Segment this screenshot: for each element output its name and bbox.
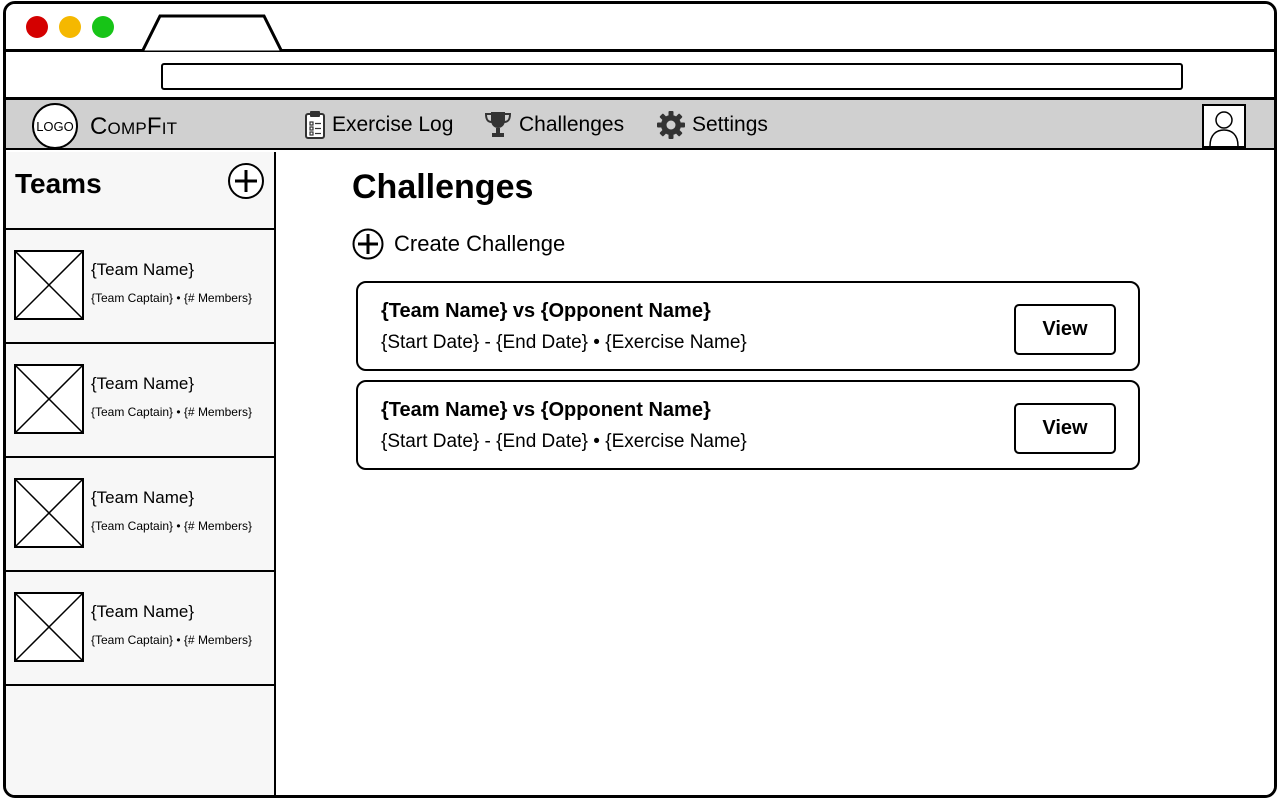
challenge-title: {Team Name} vs {Opponent Name}: [381, 300, 711, 322]
challenge-subtitle: {Start Date} - {End Date} • {Exercise Na…: [381, 431, 747, 452]
challenge-title: {Team Name} vs {Opponent Name}: [381, 399, 711, 421]
nav-label-settings: Settings: [692, 113, 768, 136]
minimize-window-button[interactable]: [59, 16, 81, 38]
nav-label-challenges: Challenges: [519, 113, 625, 136]
team-name: {Team Name}: [91, 488, 194, 507]
team-list-item[interactable]: {Team Name} {Team Captain} • {# Members}: [6, 344, 274, 458]
clipboard-icon: [305, 111, 325, 139]
team-meta: {Team Captain} • {# Members}: [91, 291, 252, 305]
nav-item-challenges[interactable]: Challenges: [483, 108, 624, 142]
logo[interactable]: LOGO: [32, 103, 78, 149]
team-meta: {Team Captain} • {# Members}: [91, 519, 252, 533]
user-icon: [1209, 111, 1239, 147]
address-bar[interactable]: [161, 63, 1183, 90]
team-name: {Team Name}: [91, 602, 194, 621]
challenge-subtitle: {Start Date} - {End Date} • {Exercise Na…: [381, 332, 747, 353]
address-row: [6, 52, 1274, 100]
sidebar-title: Teams: [15, 168, 102, 199]
close-window-button[interactable]: [26, 16, 48, 38]
gear-icon: [657, 111, 685, 139]
teams-sidebar: Teams {Team Name} {Team Captain} • {# Me…: [6, 152, 276, 795]
maximize-window-button[interactable]: [92, 16, 114, 38]
create-challenge-label: Create Challenge: [394, 231, 566, 256]
sidebar-header: Teams: [6, 152, 274, 230]
brand-name[interactable]: CompFit: [90, 113, 177, 141]
view-challenge-button[interactable]: View: [1014, 304, 1116, 355]
avatar[interactable]: [1202, 104, 1246, 148]
team-list-item[interactable]: {Team Name} {Team Captain} • {# Members}: [6, 572, 274, 686]
team-image-placeholder-icon: [14, 478, 84, 548]
challenge-card: {Team Name} vs {Opponent Name} {Start Da…: [356, 380, 1140, 470]
view-challenge-button[interactable]: View: [1014, 403, 1116, 454]
team-meta: {Team Captain} • {# Members}: [91, 633, 252, 647]
team-list-item[interactable]: {Team Name} {Team Captain} • {# Members}: [6, 458, 274, 572]
nav-bar: LOGO CompFit Exercise Log Challenges Set…: [6, 100, 1274, 150]
main-content: Challenges Create Challenge {Team Name} …: [278, 152, 1274, 795]
nav-label-exercise-log: Exercise Log: [332, 113, 454, 136]
trophy-icon: [484, 112, 512, 137]
team-name: {Team Name}: [91, 374, 194, 393]
team-list-item[interactable]: {Team Name} {Team Captain} • {# Members}: [6, 230, 274, 344]
nav-item-exercise-log[interactable]: Exercise Log: [304, 108, 453, 142]
nav-item-settings[interactable]: Settings: [656, 108, 768, 142]
plus-circle-icon: [352, 228, 384, 260]
logo-text: LOGO: [36, 118, 74, 134]
create-challenge-button[interactable]: Create Challenge: [352, 228, 565, 260]
browser-window: LOGO CompFit Exercise Log Challenges Set…: [3, 1, 1277, 798]
team-image-placeholder-icon: [14, 250, 84, 320]
team-name: {Team Name}: [91, 260, 194, 279]
team-image-placeholder-icon: [14, 364, 84, 434]
team-image-placeholder-icon: [14, 592, 84, 662]
add-team-button[interactable]: [227, 162, 265, 200]
page-title: Challenges: [352, 168, 534, 206]
challenge-card: {Team Name} vs {Opponent Name} {Start Da…: [356, 281, 1140, 371]
title-bar: [6, 4, 1274, 52]
team-meta: {Team Captain} • {# Members}: [91, 405, 252, 419]
browser-tab[interactable]: [140, 14, 284, 52]
